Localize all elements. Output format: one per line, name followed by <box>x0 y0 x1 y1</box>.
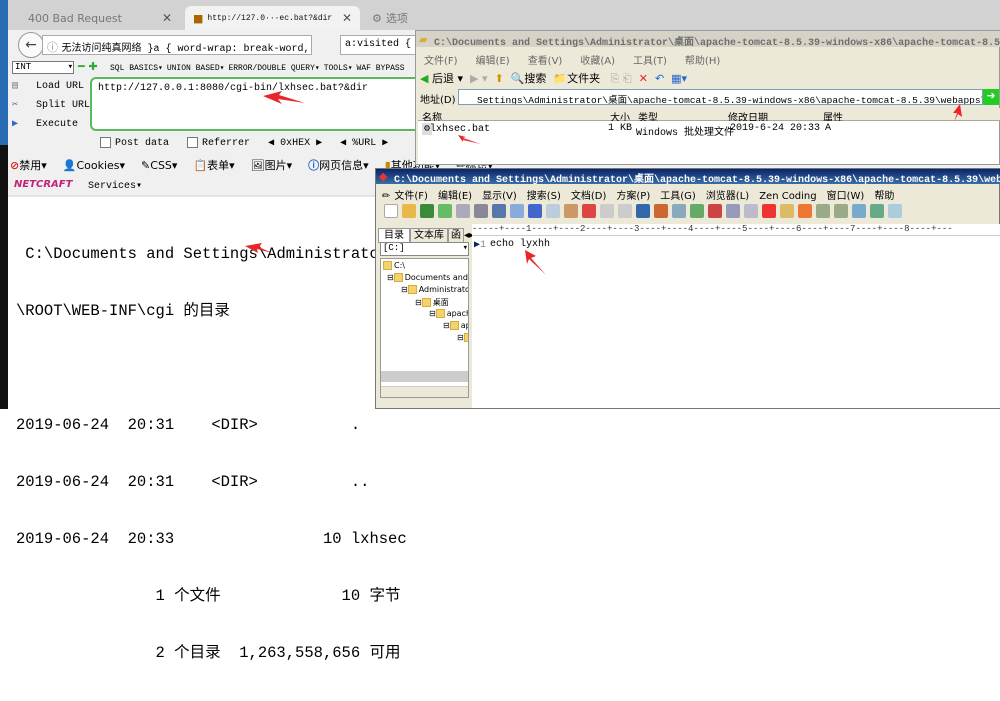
output-line: 1 个文件 10 字节 <box>16 587 401 605</box>
red-arrow-address <box>953 104 962 122</box>
red-arrow-output <box>245 243 272 253</box>
output-line: 2 个目录 1,263,558,656 可用 <box>16 644 401 662</box>
red-arrow-code <box>525 250 546 275</box>
annotation-arrows <box>245 91 962 275</box>
output-line: 2019-06-24 20:31 <DIR> . <box>16 416 361 434</box>
red-arrow-url <box>263 91 305 104</box>
output-line: 2019-06-24 20:31 <DIR> .. <box>16 473 370 491</box>
output-line: 2019-06-24 20:33 10 lxhsec <box>16 530 407 548</box>
red-arrow-file <box>458 135 481 144</box>
